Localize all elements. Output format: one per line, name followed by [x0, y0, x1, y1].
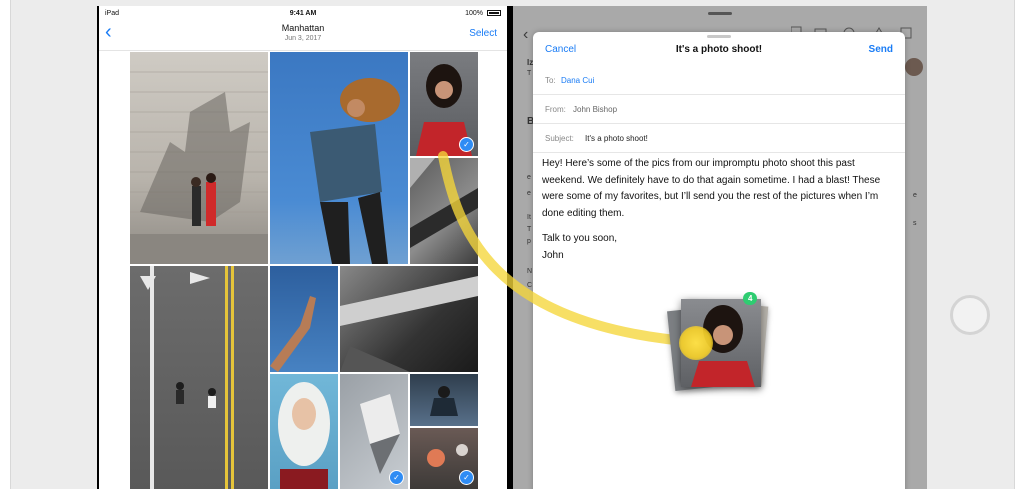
home-button[interactable] [950, 295, 990, 335]
touch-point-icon [679, 326, 713, 360]
drag-trail [438, 151, 702, 347]
ipad-screen: iPad 9:41 AM 100% ‹ Manhattan Jun 3, 201… [97, 6, 927, 489]
